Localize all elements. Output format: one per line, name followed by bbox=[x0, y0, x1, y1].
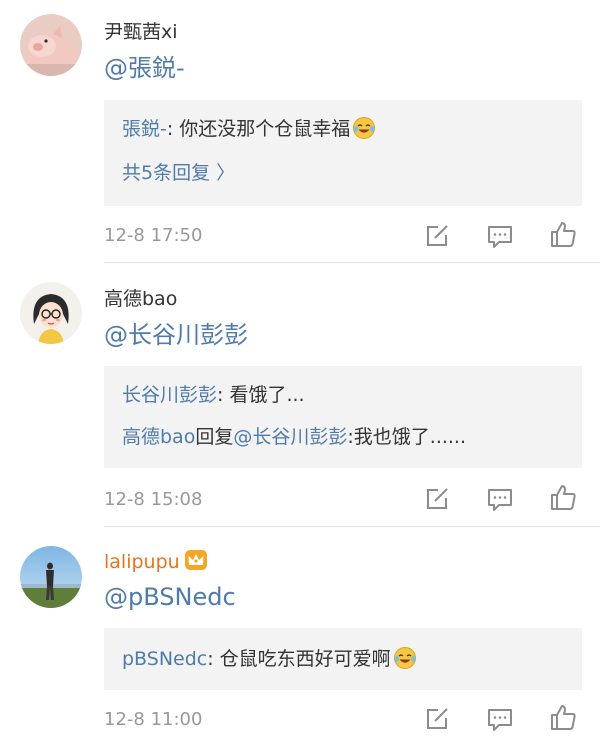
share-edit-icon bbox=[427, 225, 448, 246]
comment-icon bbox=[488, 489, 512, 511]
reply-line: 張鋭-: 你还没那个仓鼠幸福 bbox=[122, 116, 376, 142]
reply-connector: 回复 bbox=[195, 426, 234, 448]
like-button[interactable] bbox=[548, 219, 578, 249]
reply-text: :我也饿了...... bbox=[347, 426, 467, 448]
avatar[interactable] bbox=[20, 282, 82, 344]
username[interactable]: 高德bao bbox=[104, 287, 177, 311]
reply-box[interactable]: 长谷川彭彭: 看饿了... 高德bao回复@长谷川彭彭:我也饿了...... bbox=[104, 366, 582, 468]
laughing-crying-emoji-icon bbox=[393, 647, 416, 669]
reply-line: 高德bao回复@长谷川彭彭:我也饿了...... bbox=[122, 424, 466, 450]
reply-line: pBSNedc: 仓鼠吃东西好可爱啊 bbox=[122, 646, 417, 672]
thumbs-up-icon bbox=[551, 222, 576, 247]
mention-link[interactable]: @張鋭- bbox=[104, 53, 185, 83]
username[interactable]: 尹甄茜xi bbox=[104, 20, 178, 44]
timestamp: 12-8 11:00 bbox=[104, 709, 203, 730]
share-edit-icon bbox=[427, 488, 448, 509]
reply-text: : 仓鼠吃东西好可爱啊 bbox=[207, 648, 391, 670]
more-replies-link[interactable]: 共5条回复 〉 bbox=[122, 160, 235, 186]
reply-author[interactable]: pBSNedc bbox=[122, 648, 207, 670]
username-text[interactable]: lalipupu bbox=[104, 551, 180, 573]
comment-icon bbox=[488, 226, 512, 248]
like-button[interactable] bbox=[548, 702, 578, 732]
comment-icon bbox=[488, 709, 512, 731]
reply-mention[interactable]: @长谷川彭彭 bbox=[233, 426, 347, 448]
comment-button[interactable] bbox=[485, 221, 515, 251]
reply-line: 长谷川彭彭: 看饿了... bbox=[122, 382, 305, 408]
reply-author[interactable]: 高德bao bbox=[122, 426, 195, 448]
mention-link[interactable]: @长谷川彭彭 bbox=[104, 320, 248, 350]
repost-button[interactable] bbox=[422, 704, 452, 734]
laughing-crying-emoji-icon bbox=[353, 117, 376, 139]
reply-box[interactable]: pBSNedc: 仓鼠吃东西好可爱啊 bbox=[104, 628, 582, 690]
reply-author[interactable]: 張鋭- bbox=[122, 118, 167, 140]
divider bbox=[104, 262, 600, 263]
repost-button[interactable] bbox=[422, 221, 452, 251]
reply-box[interactable]: 張鋭-: 你还没那个仓鼠幸福 共5条回复 〉 bbox=[104, 100, 582, 206]
comment-button[interactable] bbox=[485, 484, 515, 514]
reply-text: : 你还没那个仓鼠幸福 bbox=[166, 118, 351, 140]
divider bbox=[104, 526, 600, 527]
like-button[interactable] bbox=[548, 482, 578, 512]
reply-text: : 看饿了... bbox=[217, 384, 305, 406]
timestamp: 12-8 15:08 bbox=[104, 489, 203, 510]
timestamp: 12-8 17:50 bbox=[104, 225, 203, 246]
username[interactable]: lalipupu bbox=[104, 549, 208, 574]
mention-link[interactable]: @pBSNedc bbox=[104, 582, 236, 612]
avatar[interactable] bbox=[20, 14, 82, 76]
share-edit-icon bbox=[427, 708, 448, 729]
comment-button[interactable] bbox=[485, 704, 515, 734]
reply-author[interactable]: 长谷川彭彭 bbox=[122, 384, 217, 406]
thumbs-up-icon bbox=[551, 705, 576, 730]
crown-icon bbox=[184, 550, 207, 570]
repost-button[interactable] bbox=[422, 484, 452, 514]
avatar[interactable] bbox=[20, 546, 82, 608]
thumbs-up-icon bbox=[551, 485, 576, 510]
